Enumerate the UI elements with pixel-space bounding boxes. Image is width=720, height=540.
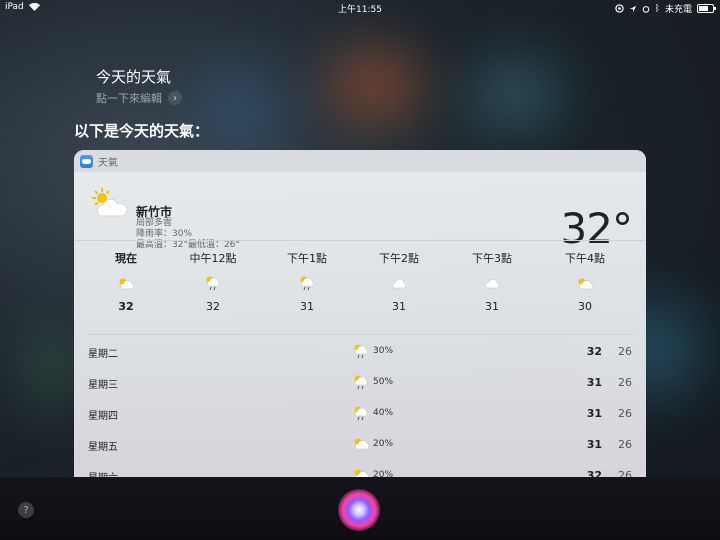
siri-bottom-bar: ? — [0, 477, 720, 540]
charging-status: 未充電 — [664, 5, 692, 15]
low-temp: 26 — [618, 438, 632, 451]
hourly-forecast: 現在 32 中午12點 32 下午1點 31 下午2點 31 下午3點 31 下… — [74, 250, 646, 330]
hour-label: 下午4點 — [565, 252, 605, 265]
edit-hint-label: 點一下來編輯 — [96, 92, 162, 105]
day-name: 星期四 — [88, 411, 118, 422]
partly-cloudy-icon — [119, 278, 134, 290]
cloud-icon — [392, 279, 406, 289]
precip-chance: 30% — [373, 346, 394, 356]
divider — [86, 334, 634, 335]
background-blur — [470, 60, 560, 130]
hour-label: 下午1點 — [287, 252, 327, 265]
precip-text: 降雨率：30% — [136, 229, 193, 239]
card-header: 天氣 — [74, 150, 646, 172]
current-conditions: 新竹市 局部多雲 降雨率：30% 最高溫：32°最低溫：26° 32° — [74, 172, 646, 253]
weather-app-icon — [80, 154, 93, 168]
hour-temp: 30 — [578, 300, 592, 313]
partly-cloudy-icon — [578, 278, 593, 290]
cloud-rain-sun-icon — [354, 375, 368, 390]
partly-cloudy-icon — [92, 188, 128, 217]
day-name: 星期二 — [88, 349, 118, 360]
cloud-rain-sun-icon — [206, 276, 220, 291]
hourly-item: 下午2點 31 — [359, 250, 439, 313]
hourly-item: 現在 32 — [86, 250, 166, 313]
hourly-item: 下午4點 30 — [545, 250, 625, 313]
high-temp: 31 — [586, 376, 602, 389]
hour-temp: 31 — [300, 300, 314, 313]
background-blur — [330, 50, 420, 120]
hourly-item: 中午12點 32 — [173, 250, 253, 313]
cloud-rain-sun-icon — [354, 406, 368, 421]
location-icon — [629, 5, 636, 12]
hour-temp: 31 — [392, 300, 406, 313]
hour-temp: 32 — [206, 300, 220, 313]
low-temp: 26 — [618, 345, 632, 358]
tap-to-edit[interactable]: 點一下來編輯 › — [96, 90, 182, 106]
hour-temp: 32 — [118, 300, 134, 313]
status-time: 上午11:55 — [338, 5, 382, 15]
list-item: 星期五 20% 31 26 — [74, 429, 646, 460]
hour-label: 下午3點 — [472, 252, 512, 265]
hour-label: 中午12點 — [189, 252, 237, 265]
high-temp: 31 — [586, 407, 602, 420]
partly-cloudy-icon — [354, 438, 369, 450]
daily-forecast: 星期二 30% 32 26 星期三 50% 31 26 星期四 40% 31 2… — [74, 336, 646, 491]
condition-text: 局部多雲 — [136, 218, 173, 228]
cloud-rain-sun-icon — [354, 344, 368, 359]
precip-chance: 20% — [373, 439, 394, 449]
list-item: 星期二 30% 32 26 — [74, 336, 646, 367]
cloud-icon — [485, 279, 499, 289]
divider — [74, 240, 646, 241]
hour-temp: 31 — [485, 300, 499, 313]
high-temp: 31 — [586, 438, 602, 451]
precip-chance: 50% — [373, 377, 394, 387]
siri-query: 今天的天氣 — [96, 68, 172, 86]
list-item: 星期三 50% 31 26 — [74, 367, 646, 398]
background-blur — [20, 330, 80, 410]
chevron-right-icon: › — [168, 91, 182, 105]
siri-orb-button[interactable] — [338, 489, 380, 531]
current-temperature: 32° — [560, 204, 633, 253]
low-temp: 26 — [618, 407, 632, 420]
hourly-item: 下午3點 31 — [452, 250, 532, 313]
low-temp: 26 — [618, 376, 632, 389]
hour-label: 下午2點 — [379, 252, 419, 265]
alarm-icon — [642, 5, 649, 13]
cloud-rain-sun-icon — [300, 276, 314, 291]
day-name: 星期三 — [88, 380, 118, 391]
list-item: 星期四 40% 31 26 — [74, 398, 646, 429]
background-blur — [200, 70, 280, 150]
app-name: 天氣 — [98, 157, 118, 169]
bluetooth-icon: ᛒ — [654, 3, 660, 14]
high-temp: 32 — [586, 345, 602, 358]
precip-chance: 40% — [373, 408, 394, 418]
day-name: 星期五 — [88, 442, 118, 453]
help-button[interactable]: ? — [18, 502, 34, 518]
orientation-lock-icon — [614, 4, 624, 13]
current-details: 局部多雲 降雨率：30% 最高溫：32°最低溫：26° — [136, 218, 240, 251]
hour-label: 現在 — [115, 252, 137, 265]
siri-response: 以下是今天的天氣： — [74, 122, 210, 140]
status-bar: iPad 上午11:55 ᛒ 未充電 — [0, 0, 720, 15]
battery-icon — [697, 4, 716, 13]
hourly-item: 下午1點 31 — [267, 250, 347, 313]
